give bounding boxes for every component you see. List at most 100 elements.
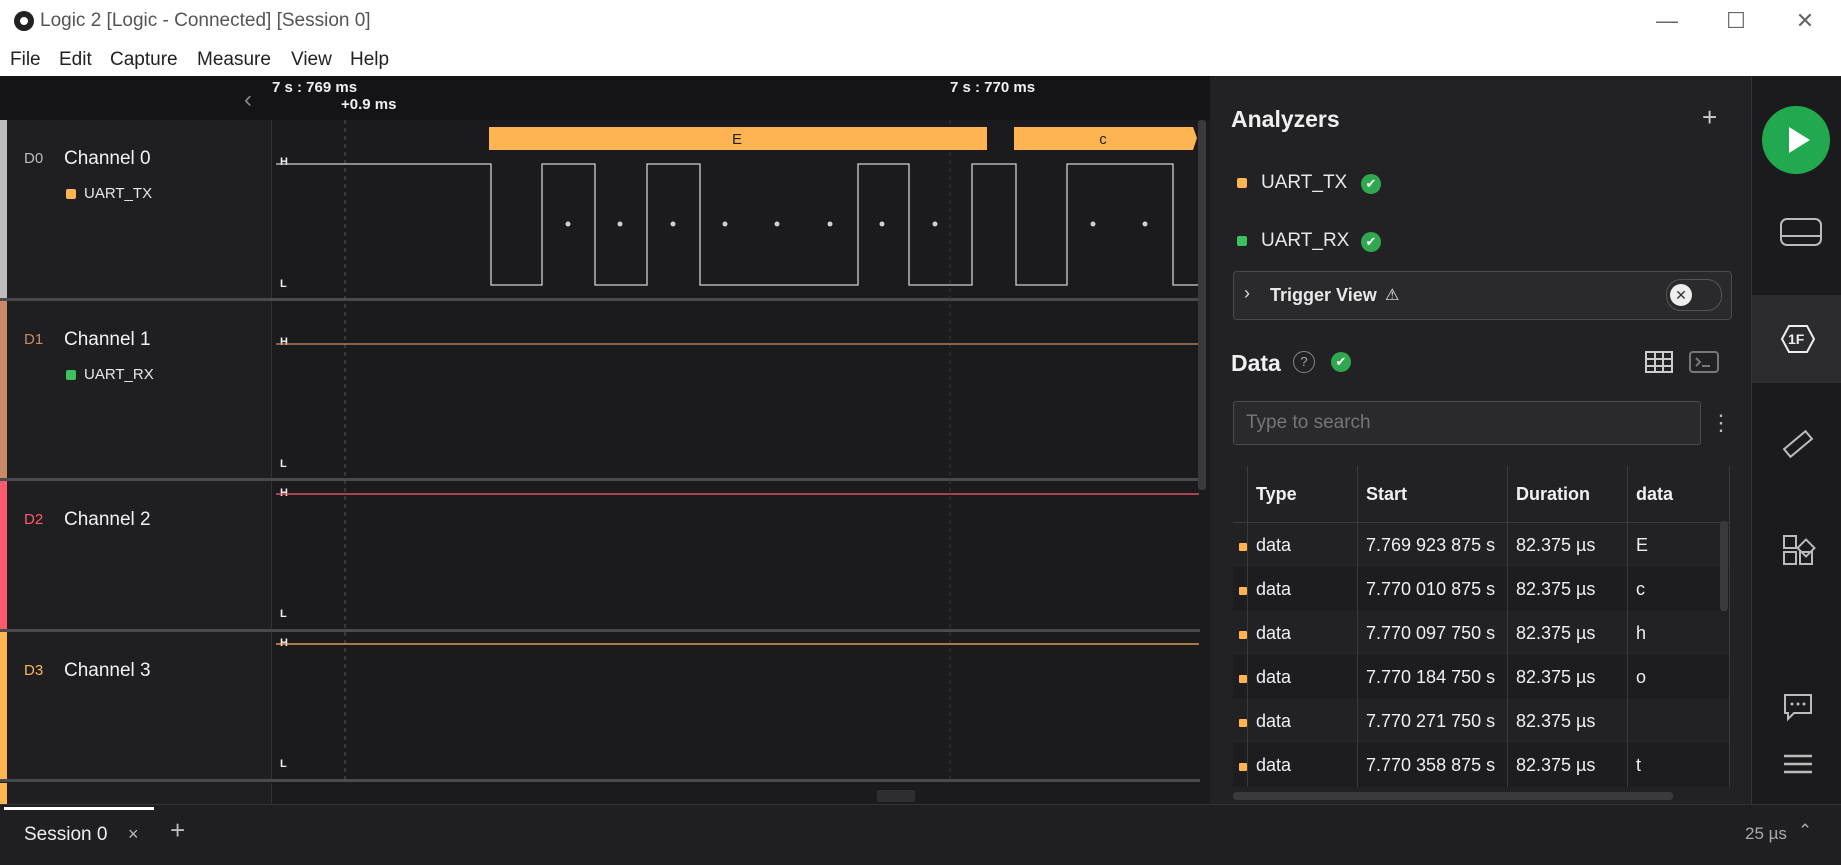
data-table: Type Start Duration data data 7.769 923 … [1233, 466, 1730, 787]
close-button[interactable]: ✕ [1783, 6, 1827, 36]
row-marker [1233, 611, 1248, 655]
hamburger-menu-icon[interactable] [1782, 752, 1814, 778]
channel-1-name: Channel 1 [64, 329, 151, 350]
analyzers-tab[interactable]: 1F [1752, 295, 1841, 383]
table-row[interactable]: data 7.769 923 875 s 82.375 µs E [1233, 522, 1730, 567]
channel-3-name: Channel 3 [64, 660, 151, 681]
analyzers-panel: Analyzers + UART_TX ✔ UART_RX ✔ › Trigge… [1210, 76, 1751, 804]
channel-2-header[interactable]: D2 Channel 2 [0, 481, 272, 629]
search-input[interactable] [1233, 401, 1701, 445]
cell-data: o [1627, 655, 1730, 699]
session-tab[interactable]: Session 0 × [4, 807, 154, 862]
analyzer-uart-tx[interactable]: UART_TX [1261, 172, 1347, 194]
maximize-button[interactable]: ☐ [1714, 6, 1758, 36]
cell-start: 7.770 184 750 s [1357, 655, 1508, 699]
cell-start: 7.770 097 750 s [1357, 611, 1508, 655]
table-view-icon[interactable] [1644, 350, 1674, 376]
cell-type: data [1247, 699, 1358, 743]
help-icon[interactable]: ? [1293, 351, 1315, 373]
trigger-view-section[interactable]: › Trigger View ⚠ ✕ [1233, 271, 1732, 320]
device-icon[interactable] [1778, 216, 1824, 250]
channel-1-header[interactable]: D1 Channel 1 UART_RX [0, 301, 272, 478]
ext-label: 1F [1788, 331, 1805, 347]
uart-rx-color-icon [1237, 236, 1247, 246]
table-row[interactable]: data 7.770 184 750 s 82.375 µs o [1233, 655, 1730, 699]
wave-horizontal-scrollbar[interactable] [877, 790, 915, 802]
warning-icon: ⚠ [1385, 287, 1400, 304]
ruler-right-time: 7 s : 770 ms [950, 79, 1036, 96]
column-type[interactable]: Type [1247, 466, 1358, 523]
channel-1-color [0, 301, 7, 478]
cell-start: 7.770 010 875 s [1357, 567, 1508, 611]
menu-edit[interactable]: Edit [59, 49, 92, 71]
channel-4-header[interactable] [0, 783, 272, 804]
cell-duration: 82.375 µs [1507, 611, 1628, 655]
window-title: Logic 2 [Logic - Connected] [Session 0] [40, 10, 371, 31]
toggle-off-icon: ✕ [1670, 284, 1692, 306]
table-row[interactable]: data 7.770 271 750 s 82.375 µs [1233, 699, 1730, 743]
cell-duration: 82.375 µs [1507, 743, 1628, 787]
trigger-toggle[interactable]: ✕ [1666, 279, 1722, 311]
column-duration[interactable]: Duration [1507, 466, 1628, 523]
add-analyzer-button[interactable]: + [1702, 102, 1717, 133]
check-icon: ✔ [1331, 352, 1351, 372]
menu-measure[interactable]: Measure [197, 49, 271, 71]
channel-0-header[interactable]: D0 Channel 0 UART_TX [0, 120, 272, 298]
cell-data: c [1627, 567, 1730, 611]
table-row[interactable]: data 7.770 358 875 s 82.375 µs t [1233, 743, 1730, 787]
collapse-chevron-icon[interactable]: ‹ [244, 86, 252, 114]
bit-sample-dots [565, 221, 1148, 227]
channel-3-id: D3 [24, 662, 44, 679]
start-capture-button[interactable] [1762, 106, 1830, 174]
row-marker [1233, 743, 1248, 787]
chevron-up-icon[interactable]: ⌃ [1798, 821, 1812, 841]
wave-vertical-scrollbar[interactable] [1198, 120, 1206, 490]
more-options-icon[interactable]: ⋮ [1710, 410, 1732, 436]
analyzers-title: Analyzers [1231, 106, 1340, 132]
play-icon [1789, 127, 1810, 153]
cell-duration: 82.375 µs [1507, 567, 1628, 611]
ruler-offset: +0.9 ms [341, 96, 397, 113]
menu-help[interactable]: Help [350, 49, 389, 71]
minimize-button[interactable]: — [1645, 6, 1689, 36]
channel-4-color [0, 783, 7, 804]
cell-type: data [1247, 655, 1358, 699]
add-session-button[interactable]: + [170, 815, 185, 846]
terminal-view-icon[interactable] [1688, 350, 1720, 376]
channel-2-name: Channel 2 [64, 509, 151, 530]
cell-data: E [1627, 522, 1730, 567]
close-tab-icon[interactable]: × [128, 824, 139, 845]
cell-duration: 82.375 µs [1507, 655, 1628, 699]
measure-ruler-icon[interactable] [1780, 426, 1816, 462]
chevron-right-icon: › [1244, 283, 1250, 303]
table-vertical-scrollbar[interactable] [1720, 521, 1728, 611]
cell-type: data [1247, 611, 1358, 655]
layout-icon[interactable] [1780, 532, 1816, 568]
analyzer-uart-rx[interactable]: UART_RX [1261, 230, 1349, 252]
menu-view[interactable]: View [291, 49, 332, 71]
header-marker [1233, 466, 1248, 523]
column-data[interactable]: data [1627, 466, 1730, 523]
cell-type: data [1247, 522, 1358, 567]
table-row[interactable]: data 7.770 097 750 s 82.375 µs h [1233, 611, 1730, 655]
cell-start: 7.769 923 875 s [1357, 522, 1508, 567]
menu-file[interactable]: File [10, 49, 41, 71]
menu-capture[interactable]: Capture [110, 49, 178, 71]
table-horizontal-scrollbar[interactable] [1233, 792, 1673, 800]
waveform-canvas[interactable]: E c [271, 120, 1201, 804]
feedback-chat-icon[interactable] [1782, 692, 1814, 722]
cell-type: data [1247, 567, 1358, 611]
channel-2-id: D2 [24, 511, 44, 528]
table-row[interactable]: data 7.770 010 875 s 82.375 µs c [1233, 567, 1730, 611]
cell-type: data [1247, 743, 1358, 787]
channel-0-name: Channel 0 [64, 148, 151, 169]
column-start[interactable]: Start [1357, 466, 1508, 523]
cell-data: t [1627, 743, 1730, 787]
zoom-level[interactable]: 25 µs [1745, 824, 1787, 844]
channel-1-analyzer: UART_RX [84, 366, 154, 383]
analyzer-tx-dot [66, 189, 76, 199]
channel-3-header[interactable]: D3 Channel 3 [0, 632, 272, 780]
menu-bar: File Edit Capture Measure View Help [0, 42, 1841, 76]
row-marker [1233, 522, 1248, 567]
time-ruler[interactable]: ‹ 7 s : 769 ms +0.9 ms 7 s : 770 ms [0, 76, 1210, 120]
